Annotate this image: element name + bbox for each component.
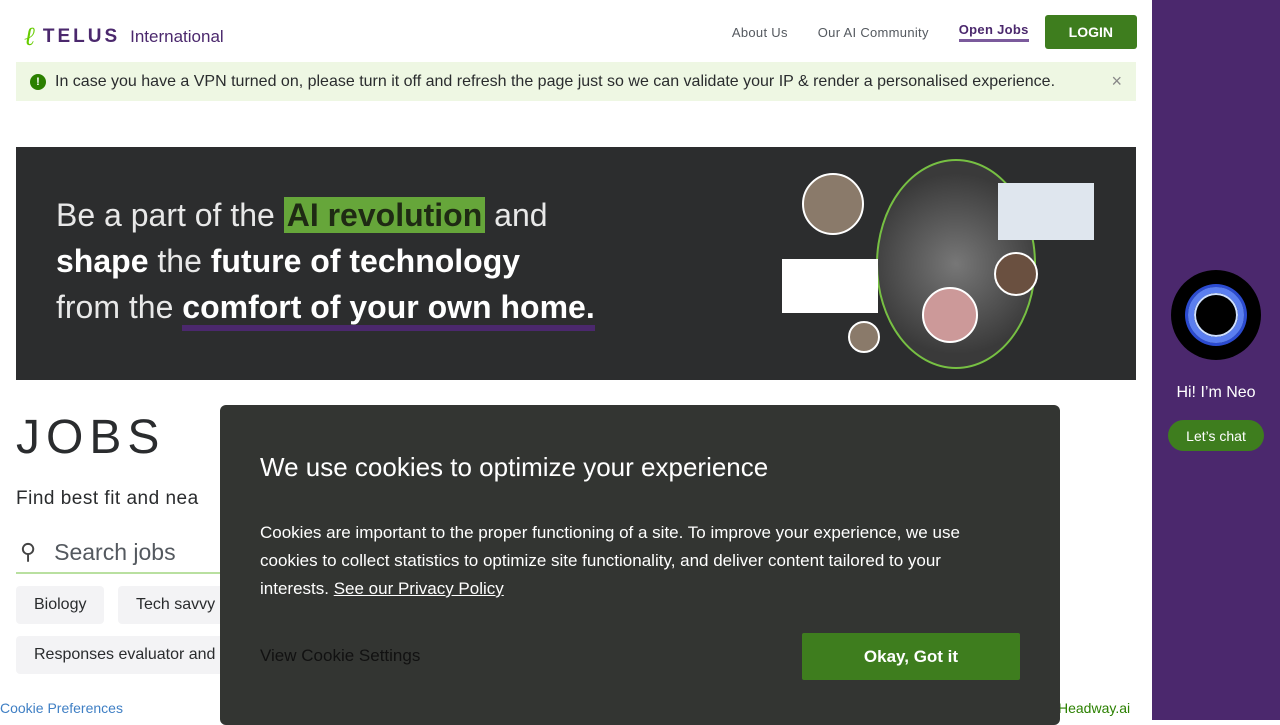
search-icon: ⚲ — [20, 539, 37, 564]
exclamation-icon: ! — [30, 73, 46, 90]
hero-text: Be a part of the AI revolution and shape… — [56, 192, 595, 331]
hero-text-part: and — [485, 197, 548, 233]
person-photo — [848, 321, 880, 353]
jobs-title: JOBS — [16, 411, 166, 464]
hero-banner: Be a part of the AI revolution and shape… — [16, 147, 1136, 380]
alert-message: In case you have a VPN turned on, please… — [55, 72, 1056, 90]
chip-tech-savvy[interactable]: Tech savvy — [118, 586, 234, 624]
nav-open-jobs[interactable]: Open Jobs — [958, 22, 1029, 42]
hero-text-part: from the — [56, 289, 183, 325]
hero-text-part: shape — [56, 243, 149, 279]
person-photo — [994, 252, 1038, 296]
nav-ai-community[interactable]: Our AI Community — [818, 25, 929, 40]
main-nav: About Us Our AI Community Open Jobs LOGI… — [702, 15, 1137, 49]
telus-logo[interactable]: ℓ TELUS International — [24, 24, 224, 50]
audio-card-graphic — [782, 259, 878, 313]
lets-chat-button[interactable]: Let’s chat — [1168, 420, 1264, 451]
neo-greeting: Hi! I’m Neo — [1176, 384, 1256, 401]
view-cookie-settings-button[interactable]: View Cookie Settings — [260, 646, 420, 666]
hero-text-part: future of technology — [210, 243, 521, 279]
cookie-preferences-link[interactable]: Cookie Preferences — [0, 700, 123, 716]
cookie-body: Cookies are important to the proper func… — [260, 519, 1000, 603]
nav-about-us[interactable]: About Us — [732, 25, 788, 40]
vpn-alert: ! In case you have a VPN turned on, plea… — [16, 62, 1136, 101]
hero-highlight: AI revolution — [283, 197, 486, 233]
jobs-subtitle: Find best fit and nea — [16, 488, 199, 509]
person-photo — [922, 287, 978, 343]
person-photo — [802, 173, 864, 235]
close-icon[interactable]: × — [1111, 71, 1122, 92]
login-button[interactable]: LOGIN — [1044, 15, 1137, 49]
chip-responses-evaluator[interactable]: Responses evaluator and — [16, 636, 234, 674]
hero-highlight: comfort of your own home. — [182, 289, 595, 331]
hero-text-part: the — [148, 243, 211, 279]
chip-biology[interactable]: Biology — [16, 586, 105, 624]
logo-telus: TELUS — [42, 26, 121, 47]
hero-text-part: Be a part of the — [56, 197, 284, 233]
okay-got-it-button[interactable]: Okay, Got it — [802, 633, 1020, 680]
cookie-banner: We use cookies to optimize your experien… — [220, 405, 1060, 725]
logo-international: International — [130, 27, 224, 46]
headway-link[interactable]: Headway.ai — [1058, 700, 1130, 716]
cookie-title: We use cookies to optimize your experien… — [260, 452, 769, 482]
image-card-graphic — [998, 183, 1094, 240]
neo-chat-panel: Hi! I’m Neo Let’s chat — [1152, 0, 1280, 720]
privacy-policy-link[interactable]: See our Privacy Policy — [334, 579, 504, 598]
search-placeholder: Search jobs — [54, 538, 176, 565]
neo-orb-icon[interactable] — [1171, 270, 1261, 360]
telus-mark-icon: ℓ — [24, 22, 35, 51]
